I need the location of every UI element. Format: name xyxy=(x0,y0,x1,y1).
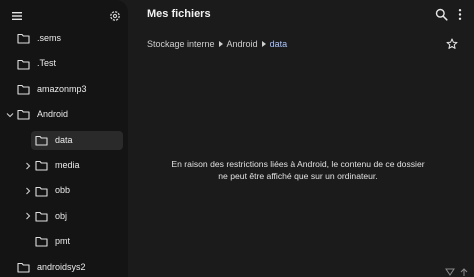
main-panel: Mes fichiers Stockage interne Android da… xyxy=(128,0,474,277)
sidebar-item-androidsys2[interactable]: androidsys2 xyxy=(0,255,128,277)
star-outline-icon[interactable] xyxy=(446,38,458,50)
bottom-corner-icons xyxy=(444,268,474,277)
chevron-right-icon[interactable] xyxy=(24,162,32,170)
folder-tree: .sems .Test amazonmp3 Android data media obb ob… xyxy=(0,26,128,277)
sidebar-item-label: .Test xyxy=(37,58,57,69)
sidebar-item-obj[interactable]: obj xyxy=(0,204,128,229)
folder-icon xyxy=(17,262,30,273)
chevron-down-icon[interactable] xyxy=(6,111,14,119)
sidebar: .sems .Test amazonmp3 Android data media obb ob… xyxy=(0,0,128,277)
sidebar-item-test[interactable]: .Test xyxy=(0,51,128,76)
sidebar-header xyxy=(0,0,128,28)
more-vert-icon[interactable] xyxy=(456,8,464,21)
sidebar-item-label: obj xyxy=(55,210,68,221)
page-title: Mes fichiers xyxy=(147,8,211,20)
sidebar-item-label: obb xyxy=(55,185,71,196)
chevron-right-icon[interactable] xyxy=(24,212,32,220)
folder-icon xyxy=(35,135,48,146)
search-icon[interactable] xyxy=(435,8,448,21)
sidebar-item-android[interactable]: Android xyxy=(0,102,128,127)
breadcrumb-item-stockage[interactable]: Stockage interne xyxy=(147,39,215,49)
chevron-right-icon xyxy=(261,41,266,47)
sidebar-item-data[interactable]: data xyxy=(0,128,128,153)
restriction-message: En raison des restrictions liées à Andro… xyxy=(171,159,425,181)
sidebar-item-label: androidsys2 xyxy=(37,261,86,272)
sidebar-item-label: data xyxy=(55,134,73,145)
sidebar-item-label: .sems xyxy=(37,33,62,43)
breadcrumb-item-android[interactable]: Android xyxy=(227,39,258,49)
folder-icon xyxy=(35,236,48,247)
sidebar-item-label: Android xyxy=(37,109,69,120)
sidebar-item-obb[interactable]: obb xyxy=(0,178,128,203)
sidebar-item-media[interactable]: media xyxy=(0,153,128,178)
folder-icon xyxy=(17,33,30,44)
folder-icon xyxy=(17,59,30,70)
sidebar-item-label: amazonmp3 xyxy=(37,83,87,94)
sidebar-item-amazonmp3[interactable]: amazonmp3 xyxy=(0,77,128,102)
sidebar-item-label: pmt xyxy=(55,236,71,247)
folder-icon xyxy=(35,211,48,222)
breadcrumb-item-data[interactable]: data xyxy=(270,39,288,49)
gear-icon[interactable] xyxy=(108,9,122,23)
folder-icon xyxy=(35,186,48,197)
chevron-right-icon xyxy=(218,41,223,47)
folder-icon xyxy=(17,84,30,95)
chevron-right-icon[interactable] xyxy=(24,187,32,195)
folder-icon xyxy=(35,160,48,171)
sidebar-item-pmt[interactable]: pmt xyxy=(0,229,128,254)
sidebar-item-label: media xyxy=(55,159,80,170)
sidebar-item-sems[interactable]: .sems xyxy=(0,26,128,51)
breadcrumb: Stockage interne Android data xyxy=(147,39,287,49)
folder-icon xyxy=(17,109,30,120)
hamburger-icon[interactable] xyxy=(10,9,24,23)
